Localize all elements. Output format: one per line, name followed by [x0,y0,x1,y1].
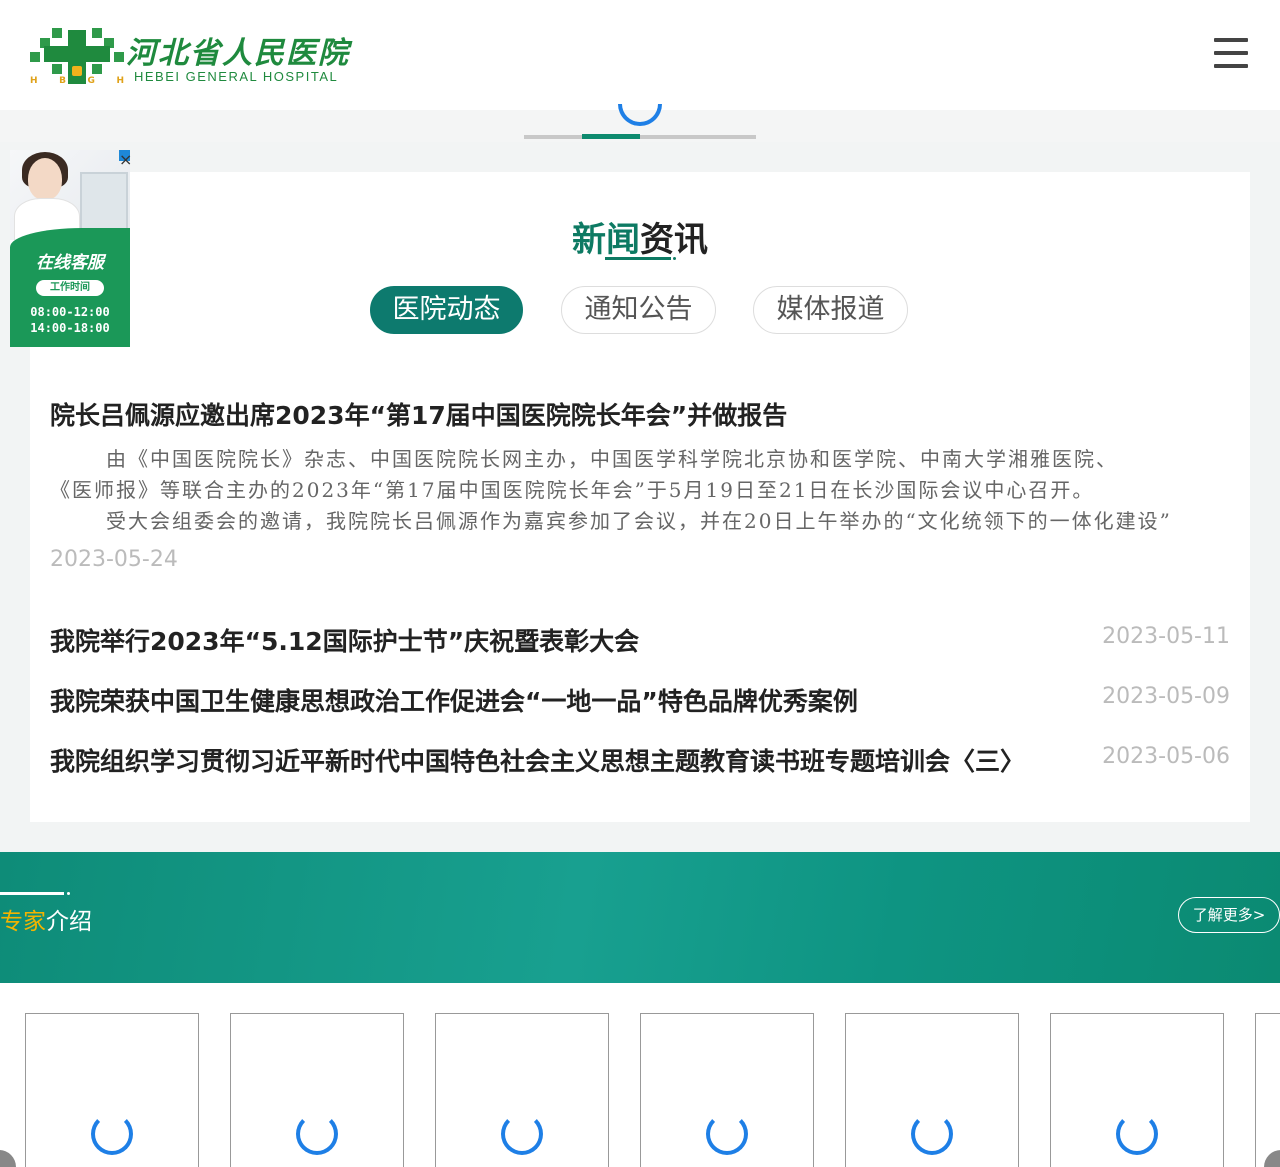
section-title: 新闻资讯 [572,220,708,260]
expert-carousel [0,983,1280,1167]
hospital-logo[interactable]: H B G H 河北省人民医院 HEBEI GENERAL HOSPITAL [30,22,348,90]
news-section: 新闻资讯 医院动态 通知公告 媒体报道 院长吕佩源应邀出席2023年“第17届中… [30,172,1250,822]
site-header: H B G H 河北省人民医院 HEBEI GENERAL HOSPITAL [0,0,1280,110]
expert-card[interactable] [640,1013,814,1167]
logo-cross-icon [30,22,124,84]
slider-dot-active[interactable] [582,134,640,139]
online-service-widget[interactable]: 在线客服 工作时间 08:00-12:00 14:00-18:00 [10,150,130,347]
news-item-title[interactable]: 我院荣获中国卫生健康思想政治工作促进会“一地一品”特色品牌优秀案例 [50,682,858,718]
news-list-item[interactable]: 我院举行2023年“5.12国际护士节”庆祝暨表彰大会 2023-05-11 [50,612,1230,672]
news-item-title[interactable]: 我院举行2023年“5.12国际护士节”庆祝暨表彰大会 [50,622,639,658]
loading-spinner-icon [1116,1113,1158,1155]
slider-pagination [524,134,756,140]
logo-chinese-name: 河北省人民医院 [126,36,350,71]
expert-card[interactable] [435,1013,609,1167]
news-list-item[interactable]: 我院荣获中国卫生健康思想政治工作促进会“一地一品”特色品牌优秀案例 2023-0… [50,672,1230,732]
service-label: 在线客服 [36,253,104,273]
tab-notices[interactable]: 通知公告 [561,286,716,334]
news-item-title[interactable]: 我院组织学习贯彻习近平新时代中国特色社会主义思想主题教育读书班专题培训会〈三〉 [50,742,1025,778]
news-list-item[interactable]: 我院组织学习贯彻习近平新时代中国特色社会主义思想主题教育读书班专题培训会〈三〉 … [50,732,1230,792]
logo-letters: H B G H [30,76,124,86]
hamburger-menu-icon[interactable] [1214,38,1254,72]
expert-card[interactable] [25,1013,199,1167]
tab-hospital-news[interactable]: 医院动态 [370,286,523,334]
loading-spinner-icon [706,1113,748,1155]
title-underline [605,257,676,260]
customer-service-photo [10,150,130,240]
tab-media-reports[interactable]: 媒体报道 [753,286,908,334]
expert-section-header: 专家介绍 了解更多> [0,852,1280,983]
featured-news-summary: 由《中国医院院长》杂志、中国医院院长网主办，中国医学科学院北京协和医学院、中南大… [50,447,1172,533]
working-hours-tag: 工作时间 [36,280,104,296]
close-icon[interactable]: × [119,150,132,169]
expert-card[interactable] [230,1013,404,1167]
expert-card[interactable] [1050,1013,1224,1167]
featured-news: 院长吕佩源应邀出席2023年“第17届中国医院院长年会”并做报告 由《中国医院院… [50,396,1210,572]
loading-spinner-icon [501,1113,543,1155]
title-underline [0,892,70,895]
slider-dot[interactable] [524,135,582,139]
service-time-morning: 08:00-12:00 [30,305,110,319]
loading-spinner-icon [911,1113,953,1155]
news-list: 我院举行2023年“5.12国际护士节”庆祝暨表彰大会 2023-05-11 我… [50,612,1230,792]
expert-card[interactable] [845,1013,1019,1167]
loading-spinner-icon [296,1113,338,1155]
learn-more-button[interactable]: 了解更多> [1178,897,1280,933]
section-title: 专家介绍 [0,909,92,935]
service-time-afternoon: 14:00-18:00 [30,321,110,335]
news-item-date: 2023-05-11 [1102,624,1230,649]
logo-english-name: HEBEI GENERAL HOSPITAL [134,69,339,84]
news-item-date: 2023-05-06 [1102,744,1230,769]
loading-spinner-icon [618,104,662,126]
slider-dot[interactable] [640,135,698,139]
news-item-date: 2023-05-09 [1102,684,1230,709]
slider-dot[interactable] [698,135,756,139]
news-tabs: 医院动态 通知公告 媒体报道 [370,286,910,334]
featured-news-title[interactable]: 院长吕佩源应邀出席2023年“第17届中国医院院长年会”并做报告 [50,396,1210,432]
expert-card[interactable] [1255,1013,1280,1167]
loading-spinner-icon [91,1113,133,1155]
featured-news-date: 2023-05-24 [50,547,178,572]
